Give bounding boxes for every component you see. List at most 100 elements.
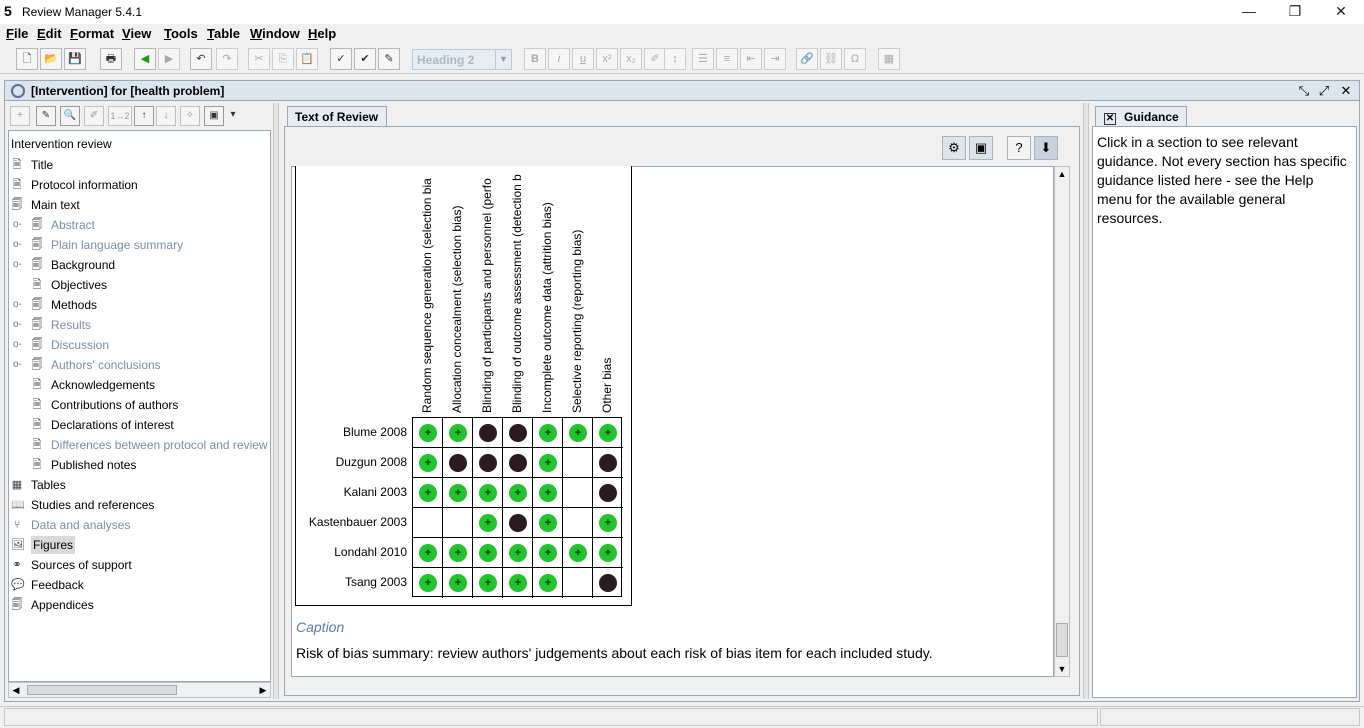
tab-text-of-review[interactable]: Text of Review [287,106,387,126]
menu-help[interactable]: Help [308,26,336,41]
menu-view[interactable]: View [122,26,151,41]
column-header: Selective reporting (reporting bias) [570,229,584,413]
increase-indent-icon[interactable]: ⇥ [764,48,786,70]
app-logo-icon: 5 [4,3,12,19]
spellcheck-all-icon[interactable]: ✔ [354,48,376,70]
link-icon[interactable]: 🔗 [796,48,818,70]
help-icon[interactable]: ? [1007,136,1031,160]
menu-tools[interactable]: Tools [164,26,198,41]
open-folder-icon[interactable]: 📂 [40,48,62,70]
grid-cell [563,538,593,568]
move-down-icon[interactable]: ↓ [156,106,176,126]
doc-close-icon[interactable]: ✕ [1337,82,1355,99]
more-dropdown-icon[interactable]: ▾ [226,106,240,126]
low-risk-dot [599,514,617,532]
cut-icon[interactable]: ✂ [248,48,270,70]
properties-icon[interactable]: 🔍 [60,106,80,126]
move-up-icon[interactable]: ↑ [134,106,154,126]
rename-icon[interactable]: ✐ [84,106,104,126]
grid-cell [473,478,503,508]
special-character-icon[interactable]: Ω [844,48,866,70]
insert-table-icon[interactable]: ▦ [878,48,900,70]
superscript-icon[interactable]: x² [596,48,618,70]
high-risk-dot [449,454,467,472]
maximize-button[interactable]: ❐ [1284,2,1306,20]
low-risk-dot [569,424,587,442]
italic-icon[interactable]: i [548,48,570,70]
notes-icon[interactable]: ▣ [204,106,224,126]
notes-icon[interactable]: ▣ [969,136,993,160]
print-icon[interactable]: 🖶 [100,48,122,70]
grid-cell [533,568,563,598]
caption-text[interactable]: Risk of bias summary: review authors' ju… [296,645,933,661]
back-arrow-icon[interactable]: ◀ [134,48,156,70]
high-risk-dot [479,454,497,472]
menu-table[interactable]: Table [207,26,240,41]
unlink-icon[interactable]: ⛓ [820,48,842,70]
grid-cell [443,448,473,478]
undo-icon[interactable]: ↶ [190,48,212,70]
subscript-icon[interactable]: x₂ [620,48,642,70]
menu-window[interactable]: Window [250,26,300,41]
low-risk-dot [599,544,617,562]
numbered-list-icon[interactable]: ≡ [716,48,738,70]
status-cell-main [4,708,1098,726]
doc-maximize-icon[interactable]: ⤢ [1315,82,1333,99]
document-icon [11,84,25,98]
close-icon[interactable]: ✕ [1104,113,1116,125]
settings-icon[interactable]: ⚙ [942,136,966,160]
bullet-list-icon[interactable]: ☰ [692,48,714,70]
redo-icon[interactable]: ↷ [216,48,238,70]
low-risk-dot [419,454,437,472]
menu-edit[interactable]: Edit [37,26,62,41]
menu-format[interactable]: Format [70,26,114,41]
forward-arrow-icon[interactable]: ▶ [158,48,180,70]
grid-cell [473,448,503,478]
grid-cell [593,418,623,448]
grid-cell [533,418,563,448]
wizard-icon[interactable]: ✧ [180,106,200,126]
doc-restore-icon[interactable]: ⤡ [1295,82,1313,99]
grid-cell [533,478,563,508]
minimize-button[interactable]: — [1238,2,1260,20]
new-document-icon[interactable]: 🗋 [16,48,38,70]
low-risk-dot [419,424,437,442]
renumber-icon[interactable]: 1→2 [108,106,132,126]
study-label: Duzgun 2008 [335,455,407,469]
guidance-toggle-icon[interactable]: ⬇ [1034,136,1058,160]
paragraph-style-value: Heading 2 [417,53,475,67]
edit-item-icon[interactable]: ✎ [36,106,56,126]
outline-toolbar: + ✎ 🔍 ✐ 1→2 ↑ ↓ ✧ ▣ ▾ [4,103,270,129]
track-changes-icon[interactable]: ✎ [378,48,400,70]
high-risk-dot [599,574,617,592]
paste-icon[interactable]: 📋 [296,48,318,70]
spellcheck-icon[interactable]: ✓ [330,48,352,70]
grid-cell [473,568,503,598]
grid-cell [503,568,533,598]
save-icon[interactable]: 💾 [64,48,86,70]
tab-guidance[interactable]: ✕ Guidance [1095,106,1187,126]
low-risk-dot [509,544,527,562]
bold-icon[interactable]: B [524,48,546,70]
main-toolbar: 🗋 📂 💾 🖶 ◀ ▶ ↶ ↷ ✂ ⎘ 📋 ✓ ✔ ✎ B i u x² x₂ … [0,44,1364,74]
close-button[interactable]: ✕ [1330,2,1352,20]
low-risk-dot [449,424,467,442]
grid-cell [533,448,563,478]
grid-cell [563,448,593,478]
grid-cell [503,538,533,568]
paragraph-style-select[interactable]: Heading 2 ▼ [412,49,512,70]
grid-cell [503,508,533,538]
low-risk-dot [569,544,587,562]
add-item-icon[interactable]: + [10,106,30,126]
decrease-indent-icon[interactable]: ⇤ [740,48,762,70]
underline-icon[interactable]: u [572,48,594,70]
line-height-icon[interactable]: ↕ [664,48,686,70]
menu-file[interactable]: File [6,26,28,41]
caption-label[interactable]: Caption [296,619,344,635]
menu-bar: File Edit Format View Tools Table Window… [0,24,1364,44]
highlight-icon[interactable]: ✐ [644,48,666,70]
grid-cell [503,448,533,478]
low-risk-dot [449,484,467,502]
copy-icon[interactable]: ⎘ [272,48,294,70]
guidance-tab-label: Guidance [1124,110,1179,124]
